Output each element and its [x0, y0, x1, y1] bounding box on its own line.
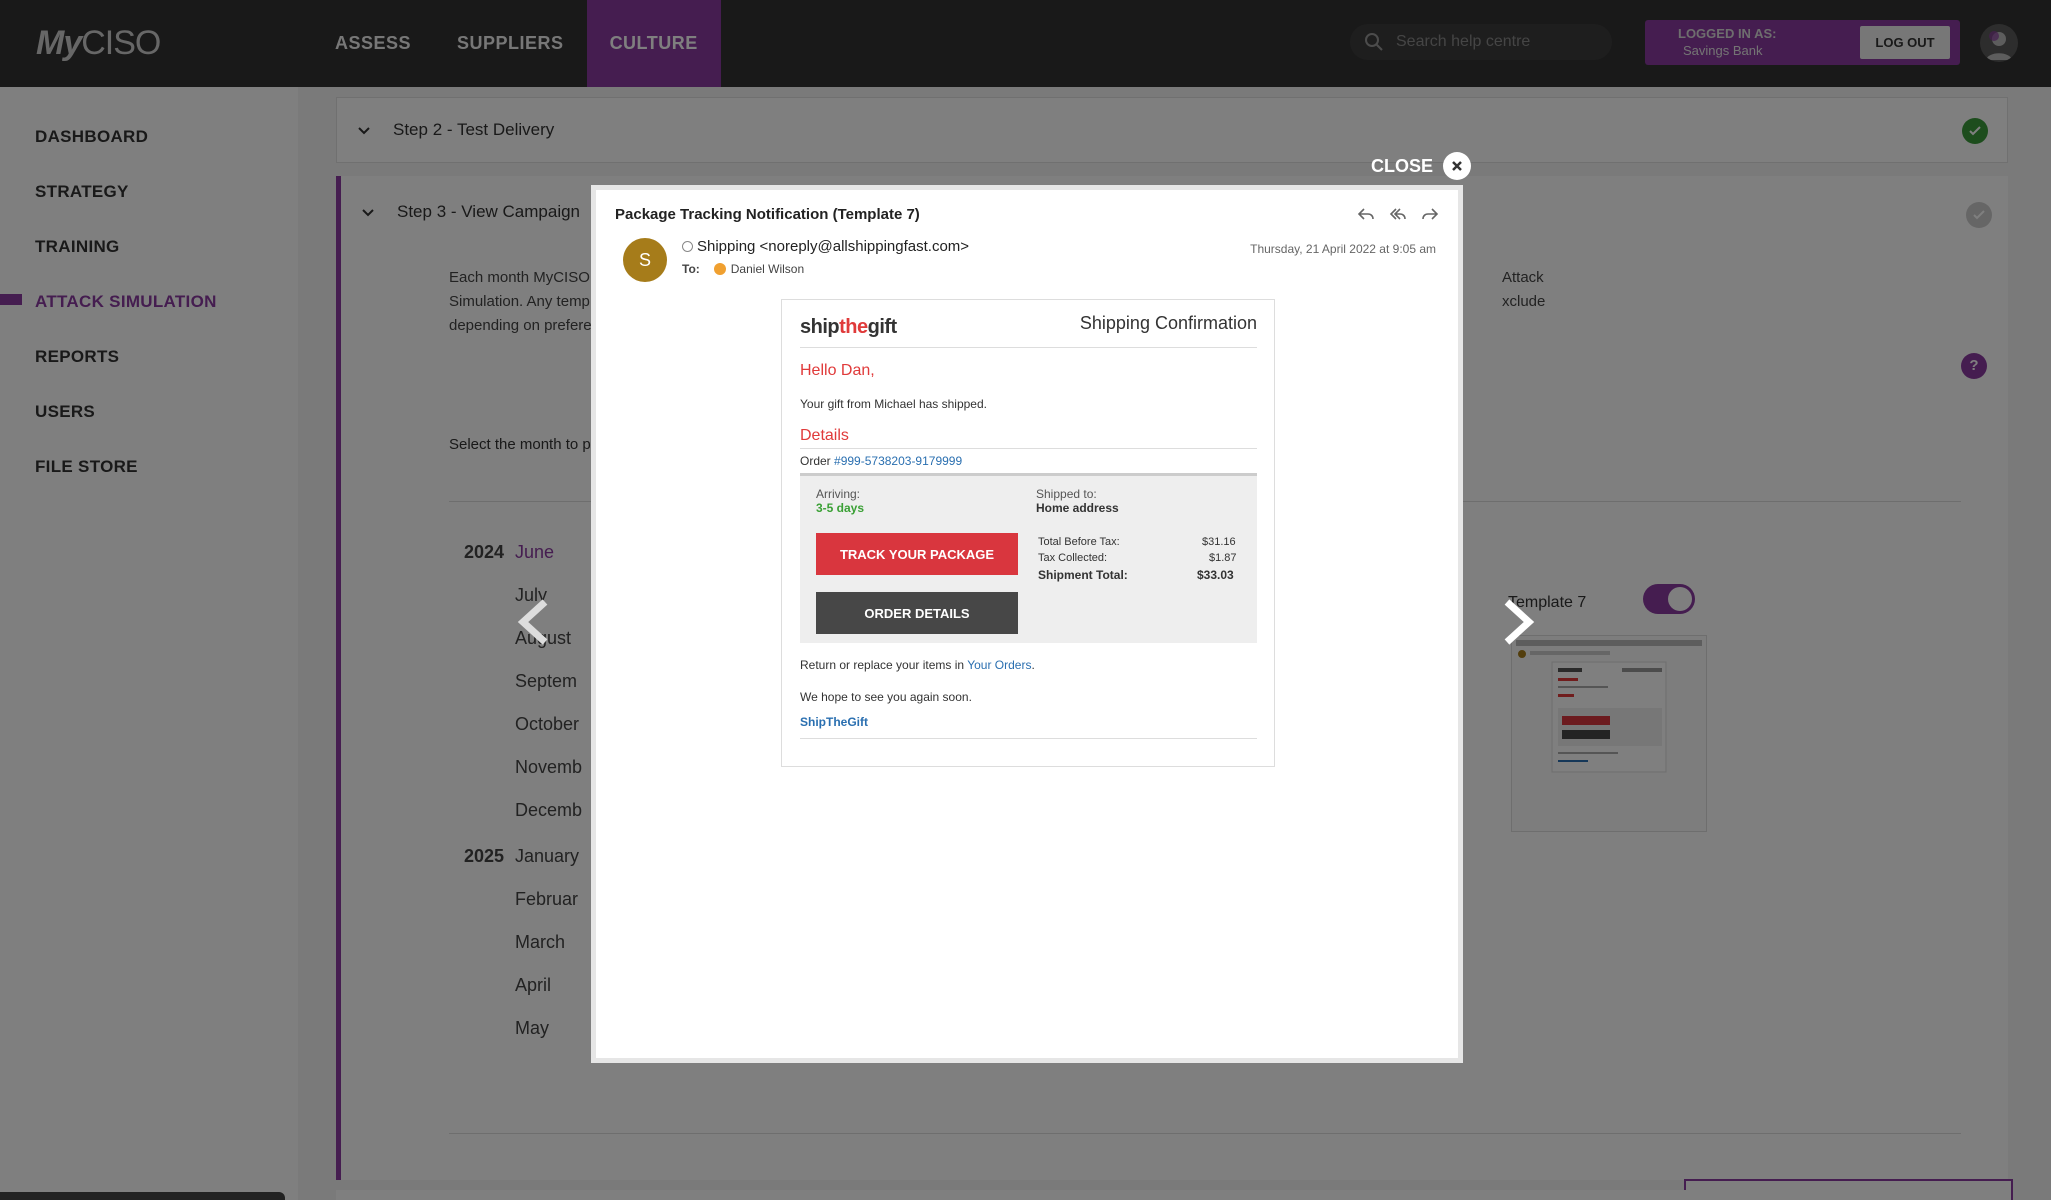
tax-collected-label: Tax Collected:: [1038, 552, 1108, 564]
tax-collected-value: $1.87: [1209, 552, 1237, 564]
sender-avatar: S: [623, 238, 667, 282]
shipment-total-label: Shipment Total:: [1038, 568, 1128, 582]
signature: ShipTheGift: [800, 715, 868, 729]
close-icon: [1443, 152, 1472, 180]
hope-text: We hope to see you again soon.: [800, 690, 972, 704]
email-from: Shipping <noreply@allshippingfast.com>: [682, 238, 969, 255]
recipient-name: Daniel Wilson: [730, 262, 805, 276]
email-body: shipthegift Shipping Confirmation Hello …: [781, 299, 1275, 767]
order-number-link[interactable]: #999-5738203-9179999: [834, 454, 962, 468]
shipment-total-value: $33.03: [1197, 568, 1234, 582]
to-label: To:: [682, 262, 700, 276]
details-heading: Details: [800, 427, 849, 444]
previous-arrow-icon[interactable]: [515, 597, 555, 647]
template-preview-modal: Package Tracking Notification (Template …: [591, 185, 1463, 1063]
divider: [800, 347, 1257, 348]
shipping-confirmation-heading: Shipping Confirmation: [1079, 313, 1257, 333]
track-package-button[interactable]: TRACK YOUR PACKAGE: [816, 533, 1018, 575]
close-label: CLOSE: [1371, 155, 1434, 176]
reply-icon[interactable]: [1356, 204, 1376, 224]
email-subject: Package Tracking Notification (Template …: [615, 206, 920, 223]
return-text: Return or replace your items in Your Ord…: [800, 658, 1035, 672]
status-dot-icon: [682, 241, 693, 252]
recipient-icon: [713, 263, 726, 275]
forward-icon[interactable]: [1420, 204, 1440, 224]
shipped-to-value: Home address: [1036, 501, 1119, 515]
greeting: Hello Dan,: [800, 362, 875, 379]
your-orders-link[interactable]: Your Orders: [967, 658, 1031, 672]
order-details-button[interactable]: ORDER DETAILS: [816, 592, 1018, 634]
shipped-to-label: Shipped to:: [1036, 487, 1097, 501]
logo-part: the: [839, 316, 868, 338]
total-before-tax-value: $31.16: [1202, 536, 1236, 548]
shipped-text: Your gift from Michael has shipped.: [800, 397, 987, 411]
order-line: Order #999-5738203-9179999: [800, 454, 962, 468]
next-arrow-icon[interactable]: [1497, 597, 1537, 647]
close-button[interactable]: CLOSE: [1371, 152, 1472, 180]
divider: [800, 448, 1257, 449]
divider: [800, 738, 1257, 739]
total-before-tax-label: Total Before Tax:: [1038, 536, 1120, 548]
return-label: Return or replace your items in: [800, 658, 965, 672]
arriving-value: 3-5 days: [816, 501, 865, 515]
logo-part: ship: [800, 316, 840, 338]
shipthegift-logo: shipthegift: [800, 316, 897, 339]
arriving-label: Arriving:: [816, 487, 861, 501]
from-address: Shipping <noreply@allshippingfast.com>: [697, 238, 970, 255]
email-date: Thursday, 21 April 2022 at 9:05 am: [1250, 242, 1436, 256]
email-to: To: Daniel Wilson: [682, 262, 804, 276]
shipment-box: Arriving: 3-5 days Shipped to: Home addr…: [800, 473, 1257, 643]
order-label: Order: [800, 454, 831, 468]
logo-part: gift: [867, 316, 898, 338]
reply-all-icon[interactable]: [1388, 204, 1408, 224]
email-actions: [1356, 204, 1440, 224]
